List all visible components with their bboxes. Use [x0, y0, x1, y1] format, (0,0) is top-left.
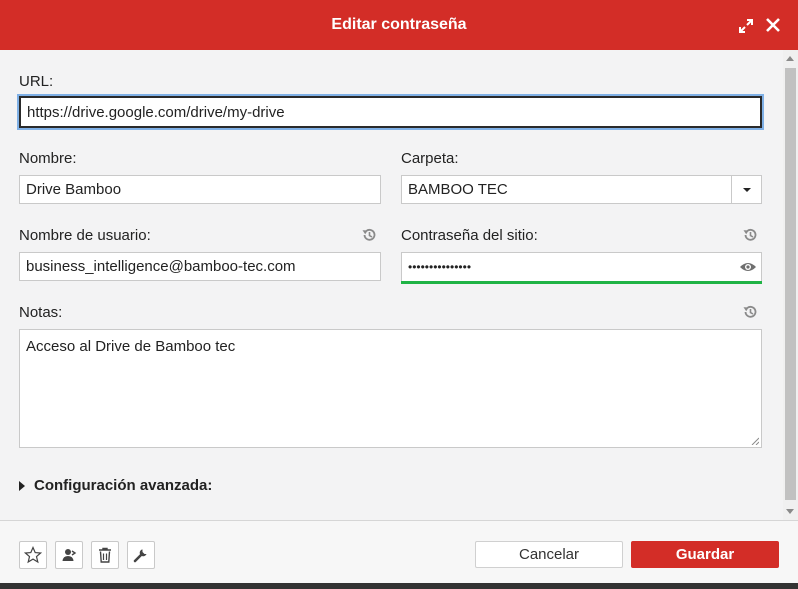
history-icon[interactable]: [741, 303, 759, 321]
password-value: •••••••••••••••: [408, 260, 472, 274]
star-icon: [24, 546, 42, 564]
url-input[interactable]: https://drive.google.com/drive/my-drive: [19, 96, 762, 128]
scroll-up-icon[interactable]: [786, 56, 794, 61]
username-label: Nombre de usuario:: [19, 227, 151, 244]
caret-right-icon: [19, 480, 25, 491]
password-label: Contraseña del sitio:: [401, 227, 538, 244]
cancel-button[interactable]: Cancelar: [475, 541, 623, 568]
name-value: Drive Bamboo: [26, 181, 122, 198]
scroll-down-icon[interactable]: [786, 509, 794, 514]
share-button[interactable]: [55, 541, 83, 569]
expand-icon[interactable]: [738, 18, 754, 34]
delete-button[interactable]: [91, 541, 119, 569]
history-icon[interactable]: [741, 226, 759, 244]
url-value: https://drive.google.com/drive/my-drive: [27, 103, 285, 121]
password-strength-bar: [401, 281, 762, 284]
dialog-footer: Cancelar Guardar: [0, 520, 798, 589]
scroll-thumb[interactable]: [785, 68, 796, 500]
dialog-content: URL: https://drive.google.com/drive/my-d…: [0, 50, 783, 520]
resize-handle-icon[interactable]: [751, 437, 759, 445]
name-input[interactable]: Drive Bamboo: [19, 175, 381, 204]
name-label: Nombre:: [19, 150, 77, 167]
dialog-title: Editar contraseña: [331, 16, 467, 33]
url-label: URL:: [19, 73, 54, 90]
notes-value: Acceso al Drive de Bamboo tec: [26, 338, 236, 355]
history-icon[interactable]: [360, 226, 378, 244]
password-input[interactable]: •••••••••••••••: [401, 252, 762, 281]
save-button[interactable]: Guardar: [631, 541, 779, 568]
advanced-settings-toggle[interactable]: Configuración avanzada:: [19, 477, 212, 494]
dialog-titlebar: Editar contraseña: [0, 0, 798, 50]
username-value: business_intelligence@bamboo-tec.com: [26, 258, 296, 275]
advanced-settings-label: Configuración avanzada:: [34, 477, 213, 494]
username-input[interactable]: business_intelligence@bamboo-tec.com: [19, 252, 381, 281]
tools-button[interactable]: [127, 541, 155, 569]
trash-icon: [99, 547, 111, 563]
folder-label: Carpeta:: [401, 150, 459, 167]
eye-icon[interactable]: [739, 260, 757, 274]
notes-label: Notas:: [19, 304, 63, 321]
folder-select[interactable]: BAMBOO TEC: [401, 175, 762, 204]
taskbar-strip: [0, 583, 798, 589]
share-user-icon: [62, 549, 77, 561]
favorite-button[interactable]: [19, 541, 47, 569]
chevron-down-icon[interactable]: [731, 176, 761, 203]
wrench-icon: [133, 549, 147, 563]
folder-value: BAMBOO TEC: [408, 181, 508, 198]
close-icon[interactable]: [764, 16, 782, 34]
scrollbar[interactable]: [783, 50, 798, 520]
notes-textarea[interactable]: Acceso al Drive de Bamboo tec: [19, 329, 762, 448]
